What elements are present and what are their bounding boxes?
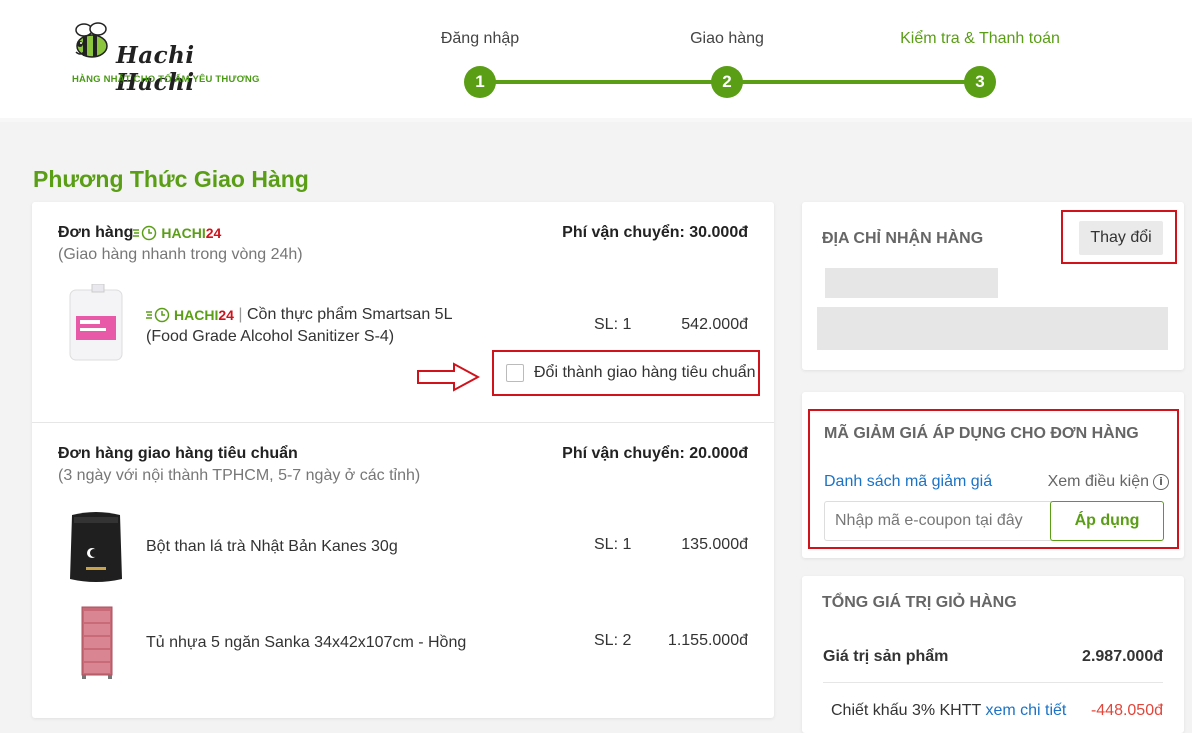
product-thumbnail[interactable]: [62, 509, 130, 585]
coupon-title: MÃ GIẢM GIÁ ÁP DỤNG CHO ĐƠN HÀNG: [824, 425, 1139, 442]
hachi24-suffix: 24: [205, 224, 222, 241]
product-name[interactable]: HACHI 24 | Cồn thực phẩm Smartsan 5L (Foo…: [146, 304, 452, 348]
change-address-button[interactable]: Thay đổi: [1079, 221, 1163, 255]
shipping-address-card: ĐỊA CHỈ NHẬN HÀNG Thay đổi: [802, 202, 1184, 370]
hachi24-prefix: HACHI: [161, 224, 206, 241]
page-title: Phương Thức Giao Hàng: [33, 166, 309, 192]
checkout-steps: Đăng nhập 1 Giao hàng 2 Kiểm tra & Thanh…: [420, 30, 1100, 100]
address-detail-placeholder: [817, 307, 1168, 350]
arrow-right-icon: [417, 362, 480, 392]
order-title: Đơn hàng HACHI 24: [58, 224, 221, 242]
item-price: 542.000đ: [681, 316, 748, 333]
product-thumbnail[interactable]: [62, 605, 130, 681]
summary-title: TỔNG GIÁ TRỊ GIỎ HÀNG: [822, 594, 1017, 611]
bee-logo-icon: [75, 22, 108, 58]
cart-summary-card: TỔNG GIÁ TRỊ GIỎ HÀNG Giá trị sản phẩm 2…: [802, 576, 1184, 733]
discount-value: -448.050đ: [1090, 702, 1163, 719]
step-review-payment[interactable]: Kiểm tra & Thanh toán 3: [890, 30, 1070, 98]
step-label: Kiểm tra & Thanh toán: [900, 30, 1060, 47]
order-subtitle: (Giao hàng nhanh trong vòng 24h): [58, 246, 303, 263]
product-value: 2.987.000đ: [1082, 648, 1163, 665]
info-icon: i: [1153, 474, 1169, 490]
item-quantity: SL: 1: [594, 536, 632, 553]
fast-clock-icon: [146, 307, 170, 323]
step-label: Đăng nhập: [440, 30, 520, 47]
standard-order: Đơn hàng giao hàng tiêu chuẩn (3 ngày vớ…: [32, 423, 774, 718]
address-name-placeholder: [825, 268, 998, 298]
header: Hachi Hachi HÀNG NHẬT CHO TỔ ẤM YÊU THƯƠ…: [0, 0, 1192, 118]
logo[interactable]: Hachi Hachi HÀNG NHẬT CHO TỔ ẤM YÊU THƯƠ…: [68, 18, 268, 96]
summary-divider: [823, 682, 1163, 683]
product-thumbnail[interactable]: [62, 284, 130, 364]
product-name[interactable]: Bột than lá trà Nhật Bản Kanes 30g: [146, 536, 398, 558]
order-title: Đơn hàng giao hàng tiêu chuẩn: [58, 445, 298, 462]
discount-label: Chiết khấu 3% KHTT: [831, 702, 981, 719]
product-value-row: Giá trị sản phẩm 2.987.000đ: [823, 648, 1163, 666]
product-name[interactable]: Tủ nhựa 5 ngăn Sanka 34x42x107cm - Hồng: [146, 632, 466, 654]
order-subtitle: (3 ngày với nội thành TPHCM, 5-7 ngày ở …: [58, 467, 421, 484]
discount-detail-link[interactable]: xem chi tiết: [985, 702, 1066, 719]
product-name-line2: (Food Grade Alcohol Sanitizer S-4): [146, 328, 395, 346]
address-title: ĐỊA CHỈ NHẬN HÀNG: [822, 230, 984, 247]
hachi24-badge: HACHI 24: [146, 304, 234, 326]
coupon-conditions-link[interactable]: Xem điều kiện i: [1048, 473, 1169, 491]
hachi24-badge: HACHI 24: [133, 225, 221, 241]
brand-name: Hachi Hachi: [116, 42, 195, 96]
discount-row: Chiết khấu 3% KHTT xem chi tiết -448.050…: [831, 702, 1163, 720]
fast-clock-icon: [133, 225, 157, 241]
item-quantity: SL: 1: [594, 316, 632, 333]
step-label: Giao hàng: [690, 30, 764, 47]
shipping-fee: Phí vận chuyển: 20.000đ: [562, 445, 748, 462]
product-name-line1: Cồn thực phẩm Smartsan 5L: [246, 306, 453, 324]
express-order: Đơn hàng HACHI 24 (Giao hàng nhanh trong v…: [32, 202, 774, 423]
hachi24-suffix: 24: [218, 307, 234, 323]
item-quantity: SL: 2: [594, 632, 632, 649]
step-shipping[interactable]: Giao hàng 2: [637, 30, 817, 98]
change-address-highlight: Thay đổi: [1061, 210, 1177, 264]
step-number: 3: [964, 66, 996, 98]
coupon-highlight: MÃ GIẢM GIÁ ÁP DỤNG CHO ĐƠN HÀNG Danh sá…: [808, 409, 1179, 549]
step-number: 1: [464, 66, 496, 98]
order-title-text: Đơn hàng: [58, 224, 134, 241]
step-login[interactable]: Đăng nhập 1: [390, 30, 570, 98]
shipping-fee: Phí vận chuyển: 30.000đ: [562, 224, 748, 241]
switch-to-standard-shipping[interactable]: Đổi thành giao hàng tiêu chuẩn: [492, 350, 760, 396]
apply-coupon-button[interactable]: Áp dụng: [1050, 501, 1164, 541]
coupon-card: MÃ GIẢM GIÁ ÁP DỤNG CHO ĐƠN HÀNG Danh sá…: [802, 392, 1184, 558]
header-divider: [0, 118, 1192, 122]
product-value-label: Giá trị sản phẩm: [823, 648, 949, 665]
coupon-conditions-label: Xem điều kiện: [1047, 473, 1149, 490]
step-number: 2: [711, 66, 743, 98]
switch-label: Đổi thành giao hàng tiêu chuẩn: [534, 364, 756, 381]
standard-shipping-checkbox[interactable]: [506, 364, 524, 382]
item-price: 1.155.000đ: [667, 632, 748, 649]
coupon-input[interactable]: [824, 501, 1052, 541]
hachi24-prefix: HACHI: [174, 307, 219, 323]
brand-tagline: HÀNG NHẬT CHO TỔ ẤM YÊU THƯƠNG: [72, 74, 260, 85]
discount-label-group: Chiết khấu 3% KHTT xem chi tiết: [831, 702, 1066, 720]
coupon-list-link[interactable]: Danh sách mã giảm giá: [824, 473, 992, 491]
orders-card: Đơn hàng HACHI 24 (Giao hàng nhanh trong v…: [32, 202, 774, 718]
item-price: 135.000đ: [681, 536, 748, 553]
